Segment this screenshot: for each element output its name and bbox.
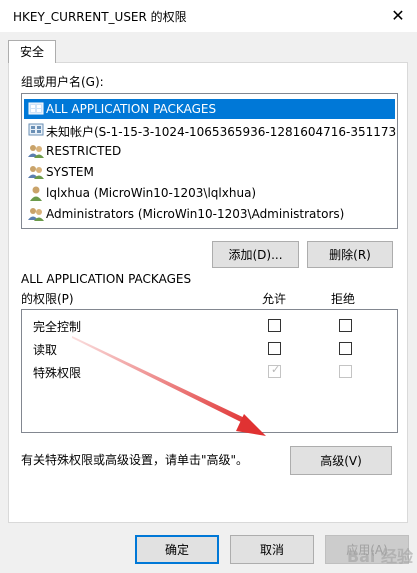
- unknown-account-icon: [28, 123, 44, 136]
- close-icon[interactable]: ✕: [383, 3, 413, 29]
- read-deny-checkbox[interactable]: [339, 342, 352, 355]
- baidu-watermark: Bai 经验: [346, 547, 413, 566]
- list-item-label: Administrators (MicroWin10-1203\Administ…: [46, 207, 345, 221]
- list-item-label: SYSTEM: [46, 165, 94, 179]
- cancel-button[interactable]: 取消: [230, 535, 314, 564]
- list-item-label: lqlxhua (MicroWin10-1203\lqlxhua): [46, 186, 257, 200]
- list-item-label: ALL APPLICATION PACKAGES: [46, 102, 217, 116]
- title-bar: HKEY_CURRENT_USER 的权限 ✕: [0, 0, 417, 32]
- remove-button[interactable]: 删除(R): [307, 241, 393, 268]
- window-title: HKEY_CURRENT_USER 的权限: [13, 10, 187, 24]
- groups-label: 组或用户名(G):: [21, 75, 104, 89]
- list-item-lqlxhua[interactable]: lqlxhua (MicroWin10-1203\lqlxhua): [24, 183, 397, 203]
- permission-special-label: 特殊权限: [33, 366, 82, 380]
- list-item-label: RESTRICTED: [46, 144, 122, 158]
- allow-column-header: 允许: [262, 292, 287, 306]
- special-deny-checkbox: [339, 365, 352, 378]
- group-icon: [28, 145, 44, 158]
- permission-full-control-label: 完全控制: [33, 320, 82, 334]
- groups-listbox[interactable]: ALL APPLICATION PACKAGES 未知帐户(S-1-15-3-1…: [21, 93, 398, 229]
- checkmark-icon: ✓: [271, 363, 281, 376]
- permissions-list: 完全控制 读取 特殊权限 ✓: [21, 309, 398, 433]
- permissions-label: 的权限(P): [21, 292, 74, 306]
- permission-read-label: 读取: [33, 343, 58, 357]
- list-item-restricted[interactable]: RESTRICTED: [24, 141, 397, 161]
- add-button[interactable]: 添加(D)...: [212, 241, 299, 268]
- special-allow-checkbox: ✓: [268, 363, 281, 378]
- app-packages-icon: [28, 102, 44, 115]
- full-control-allow-checkbox[interactable]: [268, 319, 281, 332]
- group-icon: [28, 208, 44, 221]
- list-item-all-app-packages[interactable]: ALL APPLICATION PACKAGES: [24, 99, 395, 119]
- deny-column-header: 拒绝: [331, 292, 356, 306]
- list-item-system[interactable]: SYSTEM: [24, 162, 397, 182]
- ok-button[interactable]: 确定: [135, 535, 219, 564]
- permissions-for-name: ALL APPLICATION PACKAGES: [21, 272, 192, 286]
- user-icon: [30, 186, 42, 201]
- tab-security[interactable]: 安全: [8, 40, 56, 63]
- advanced-hint: 有关特殊权限或高级设置，请单击"高级"。: [21, 453, 249, 467]
- list-item-label: 未知帐户(S-1-15-3-1024-1065365936-1281604716…: [46, 125, 398, 139]
- list-item-administrators[interactable]: Administrators (MicroWin10-1203\Administ…: [24, 204, 397, 224]
- list-item-unknown-account[interactable]: 未知帐户(S-1-15-3-1024-1065365936-1281604716…: [24, 120, 398, 140]
- read-allow-checkbox[interactable]: [268, 342, 281, 355]
- advanced-button[interactable]: 高级(V): [290, 446, 392, 475]
- group-icon: [28, 166, 44, 179]
- full-control-deny-checkbox[interactable]: [339, 319, 352, 332]
